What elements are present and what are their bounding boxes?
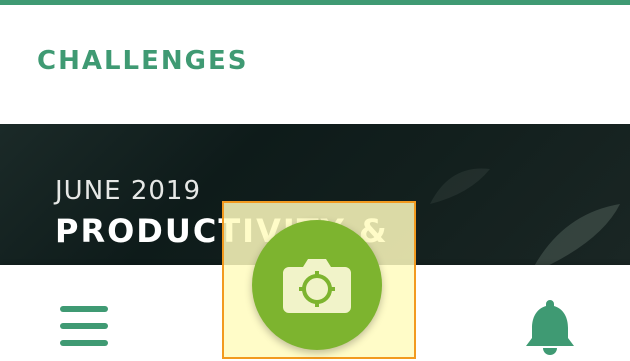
camera-icon xyxy=(283,259,351,313)
camera-button[interactable] xyxy=(252,220,382,350)
notifications-button[interactable] xyxy=(520,296,580,356)
leaf-decoration xyxy=(430,168,490,204)
hamburger-menu-icon xyxy=(60,306,108,346)
top-accent-bar xyxy=(0,0,630,5)
section-title: CHALLENGES xyxy=(37,46,249,76)
menu-button[interactable] xyxy=(58,304,110,348)
bell-icon xyxy=(526,300,574,355)
banner-date: JUNE 2019 xyxy=(55,176,202,206)
leaf-decoration xyxy=(534,204,620,265)
